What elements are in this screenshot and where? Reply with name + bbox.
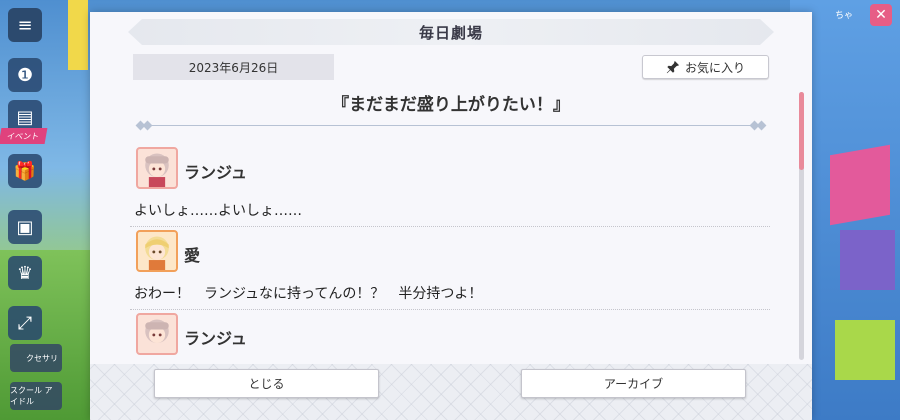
school-idol-button[interactable]: スクール アイドル	[10, 382, 62, 410]
pin-icon	[666, 60, 680, 74]
close-button[interactable]: とじる	[154, 369, 379, 398]
divider-line	[147, 125, 755, 126]
dialogue-entry: ランジュ よいしょ……よいしょ……	[130, 144, 770, 227]
expand-icon[interactable]: ⤢	[8, 306, 42, 340]
title-divider	[135, 120, 767, 131]
speaker-name: ランジュ	[184, 163, 247, 182]
daily-theater-dialog: 毎日劇場 2023年6月26日 お気に入り 『まだまだ盛り上がりたい！』 ランジ…	[90, 12, 812, 420]
archive-button[interactable]: アーカイブ	[521, 369, 746, 398]
side-menu: ≡ ❶ ▤ イベント 🎁 ▣ ♛ ⤢ クセサリ スクール アイドル	[0, 0, 62, 420]
accessory-button[interactable]: クセサリ	[10, 344, 62, 372]
background-banner	[68, 0, 88, 70]
scrollbar-thumb[interactable]	[799, 92, 804, 170]
background-tile	[835, 320, 895, 380]
ranju-avatar	[136, 147, 178, 189]
dialogue-text: よいしょ……よいしょ……	[134, 203, 302, 219]
event-tag[interactable]: イベント	[0, 128, 48, 144]
dialogue-entry: ランジュ	[130, 310, 770, 370]
screen-icon[interactable]: ▣	[8, 210, 42, 244]
dialogue-list[interactable]: ランジュ よいしょ……よいしょ…… 愛 おわー！ ランジュなに持ってんの！？ 半…	[130, 144, 770, 370]
chat-icon[interactable]: ❶	[8, 58, 42, 92]
background-tile	[840, 230, 895, 290]
dialog-title: 毎日劇場	[128, 19, 774, 45]
dialogue-entry: 愛 おわー！ ランジュなに持ってんの！？ 半分持つよ！	[130, 227, 770, 310]
speaker-name: ランジュ	[184, 329, 247, 348]
speaker-name: 愛	[184, 246, 201, 265]
gift-icon[interactable]: 🎁	[8, 154, 42, 188]
ranju-avatar	[136, 313, 178, 355]
background-tile	[830, 144, 890, 226]
favorite-label: お気に入り	[684, 60, 745, 75]
hamburger-icon[interactable]: ≡	[8, 8, 42, 42]
divider-ornament	[756, 120, 767, 131]
date-label: 2023年6月26日	[133, 54, 334, 80]
favorite-button[interactable]: お気に入り	[642, 55, 769, 79]
trophy-icon[interactable]: ♛	[8, 256, 42, 290]
dialogue-text: おわー！ ランジュなに持ってんの！？ 半分持つよ！	[134, 286, 483, 302]
story-title: 『まだまだ盛り上がりたい！』	[332, 95, 570, 115]
ai-avatar	[136, 230, 178, 272]
close-icon[interactable]: ✕	[870, 4, 892, 26]
top-right-text: ちゃ	[835, 11, 854, 21]
